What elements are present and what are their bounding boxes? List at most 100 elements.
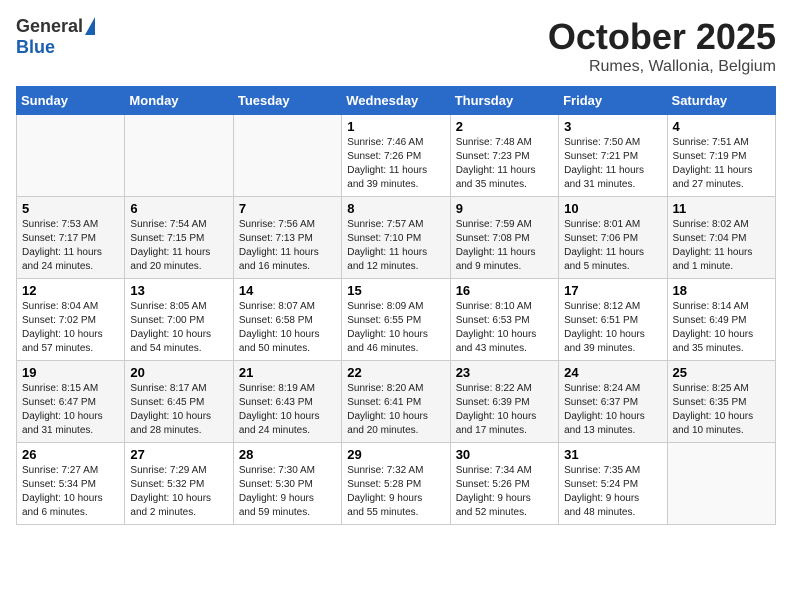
day-number: 23 — [456, 365, 553, 380]
cell-content: Sunrise: 7:53 AMSunset: 7:17 PMDaylight:… — [22, 218, 119, 274]
calendar-cell: 18 Sunrise: 8:14 AMSunset: 6:49 PMDayligh… — [667, 279, 775, 361]
cell-content: Sunrise: 8:02 AMSunset: 7:04 PMDaylight:… — [673, 218, 770, 274]
calendar-cell: 16Sunrise: 8:10 AMSunset: 6:53 PMDayligh… — [450, 279, 558, 361]
cell-content: Sunrise: 7:35 AMSunset: 5:24 PMDaylight:… — [564, 464, 661, 520]
cell-content: Sunrise: 7:54 AMSunset: 7:15 PMDaylight:… — [130, 218, 227, 274]
cell-content: Sunrise: 8:17 AMSunset: 6:45 PMDaylight:… — [130, 382, 227, 438]
day-number: 25 — [673, 365, 770, 380]
calendar-cell: 4 Sunrise: 7:51 AMSunset: 7:19 PMDaylight… — [667, 115, 775, 197]
day-number: 27 — [130, 447, 227, 462]
day-number: 2 — [456, 119, 553, 134]
cell-content: Sunrise: 7:50 AMSunset: 7:21 PMDaylight:… — [564, 136, 661, 192]
day-header-monday: Monday — [125, 87, 233, 115]
calendar-cell — [125, 115, 233, 197]
day-number: 14 — [239, 283, 336, 298]
day-number: 19 — [22, 365, 119, 380]
calendar-cell: 15 Sunrise: 8:09 AMSunset: 6:55 PMDayligh… — [342, 279, 450, 361]
day-number: 21 — [239, 365, 336, 380]
calendar-cell: 14 Sunrise: 8:07 AMSunset: 6:58 PMDayligh… — [233, 279, 341, 361]
calendar-table: SundayMondayTuesdayWednesdayThursdayFrid… — [16, 86, 776, 525]
day-number: 10 — [564, 201, 661, 216]
logo: General Blue — [16, 16, 95, 58]
cell-content: Sunrise: 7:57 AMSunset: 7:10 PMDaylight:… — [347, 218, 444, 274]
day-number: 17 — [564, 283, 661, 298]
cell-content: Sunrise: 8:15 AMSunset: 6:47 PMDaylight:… — [22, 382, 119, 438]
day-number: 3 — [564, 119, 661, 134]
cell-content: Sunrise: 7:46 AMSunset: 7:26 PMDaylight:… — [347, 136, 444, 192]
day-number: 15 — [347, 283, 444, 298]
calendar-cell: 25 Sunrise: 8:25 AMSunset: 6:35 PMDayligh… — [667, 361, 775, 443]
day-number: 7 — [239, 201, 336, 216]
calendar-cell: 30Sunrise: 7:34 AMSunset: 5:26 PMDayligh… — [450, 443, 558, 525]
cell-content: Sunrise: 8:24 AMSunset: 6:37 PMDaylight:… — [564, 382, 661, 438]
cell-content: Sunrise: 7:51 AMSunset: 7:19 PMDaylight:… — [673, 136, 770, 192]
day-number: 4 — [673, 119, 770, 134]
day-header-thursday: Thursday — [450, 87, 558, 115]
week-row-3: 12Sunrise: 8:04 AMSunset: 7:02 PMDayligh… — [17, 279, 776, 361]
day-number: 1 — [347, 119, 444, 134]
day-number: 22 — [347, 365, 444, 380]
calendar-cell: 12Sunrise: 8:04 AMSunset: 7:02 PMDayligh… — [17, 279, 125, 361]
calendar-cell: 6 Sunrise: 7:54 AMSunset: 7:15 PMDaylight… — [125, 197, 233, 279]
calendar-cell: 11Sunrise: 8:02 AMSunset: 7:04 PMDayligh… — [667, 197, 775, 279]
day-number: 31 — [564, 447, 661, 462]
week-row-2: 5Sunrise: 7:53 AMSunset: 7:17 PMDaylight… — [17, 197, 776, 279]
calendar-cell: 7 Sunrise: 7:56 AMSunset: 7:13 PMDaylight… — [233, 197, 341, 279]
calendar-cell: 24 Sunrise: 8:24 AMSunset: 6:37 PMDayligh… — [559, 361, 667, 443]
cell-content: Sunrise: 7:29 AMSunset: 5:32 PMDaylight:… — [130, 464, 227, 520]
cell-content: Sunrise: 8:09 AMSunset: 6:55 PMDaylight:… — [347, 300, 444, 356]
cell-content: Sunrise: 7:30 AMSunset: 5:30 PMDaylight:… — [239, 464, 336, 520]
calendar-cell — [17, 115, 125, 197]
calendar-cell: 9 Sunrise: 7:59 AMSunset: 7:08 PMDaylight… — [450, 197, 558, 279]
cell-content: Sunrise: 8:12 AMSunset: 6:51 PMDaylight:… — [564, 300, 661, 356]
week-row-5: 26Sunrise: 7:27 AMSunset: 5:34 PMDayligh… — [17, 443, 776, 525]
calendar-cell: 19 Sunrise: 8:15 AMSunset: 6:47 PMDayligh… — [17, 361, 125, 443]
cell-content: Sunrise: 7:34 AMSunset: 5:26 PMDaylight:… — [456, 464, 553, 520]
day-number: 28 — [239, 447, 336, 462]
cell-content: Sunrise: 7:32 AMSunset: 5:28 PMDaylight:… — [347, 464, 444, 520]
day-header-friday: Friday — [559, 87, 667, 115]
day-number: 12 — [22, 283, 119, 298]
cell-content: Sunrise: 8:25 AMSunset: 6:35 PMDaylight:… — [673, 382, 770, 438]
calendar-cell: 13 Sunrise: 8:05 AMSunset: 7:00 PMDayligh… — [125, 279, 233, 361]
calendar-cell: 22 Sunrise: 8:20 AMSunset: 6:41 PMDayligh… — [342, 361, 450, 443]
day-number: 9 — [456, 201, 553, 216]
day-number: 13 — [130, 283, 227, 298]
calendar-cell — [233, 115, 341, 197]
cell-content: Sunrise: 8:01 AMSunset: 7:06 PMDaylight:… — [564, 218, 661, 274]
logo-blue-text: Blue — [16, 37, 55, 58]
location-subtitle: Rumes, Wallonia, Belgium — [548, 58, 776, 76]
calendar-cell: 10 Sunrise: 8:01 AMSunset: 7:06 PMDayligh… — [559, 197, 667, 279]
cell-content: Sunrise: 8:14 AMSunset: 6:49 PMDaylight:… — [673, 300, 770, 356]
calendar-cell: 23Sunrise: 8:22 AMSunset: 6:39 PMDayligh… — [450, 361, 558, 443]
calendar-cell: 20Sunrise: 8:17 AMSunset: 6:45 PMDayligh… — [125, 361, 233, 443]
logo-general-text: General — [16, 16, 83, 37]
cell-content: Sunrise: 7:56 AMSunset: 7:13 PMDaylight:… — [239, 218, 336, 274]
calendar-cell: 27 Sunrise: 7:29 AMSunset: 5:32 PMDayligh… — [125, 443, 233, 525]
day-number: 6 — [130, 201, 227, 216]
day-number: 8 — [347, 201, 444, 216]
calendar-cell: 21 Sunrise: 8:19 AMSunset: 6:43 PMDayligh… — [233, 361, 341, 443]
calendar-cell: 1 Sunrise: 7:46 AMSunset: 7:26 PMDaylight… — [342, 115, 450, 197]
calendar-cell: 3 Sunrise: 7:50 AMSunset: 7:21 PMDaylight… — [559, 115, 667, 197]
cell-content: Sunrise: 8:07 AMSunset: 6:58 PMDaylight:… — [239, 300, 336, 356]
day-header-tuesday: Tuesday — [233, 87, 341, 115]
calendar-cell: 26Sunrise: 7:27 AMSunset: 5:34 PMDayligh… — [17, 443, 125, 525]
calendar-cell: 8 Sunrise: 7:57 AMSunset: 7:10 PMDaylight… — [342, 197, 450, 279]
title-area: October 2025 Rumes, Wallonia, Belgium — [548, 16, 776, 76]
calendar-cell: 28 Sunrise: 7:30 AMSunset: 5:30 PMDayligh… — [233, 443, 341, 525]
cell-content: Sunrise: 8:19 AMSunset: 6:43 PMDaylight:… — [239, 382, 336, 438]
day-header-saturday: Saturday — [667, 87, 775, 115]
day-number: 18 — [673, 283, 770, 298]
day-header-sunday: Sunday — [17, 87, 125, 115]
day-number: 16 — [456, 283, 553, 298]
header-row: SundayMondayTuesdayWednesdayThursdayFrid… — [17, 87, 776, 115]
day-number: 29 — [347, 447, 444, 462]
cell-content: Sunrise: 8:20 AMSunset: 6:41 PMDaylight:… — [347, 382, 444, 438]
day-header-wednesday: Wednesday — [342, 87, 450, 115]
day-number: 24 — [564, 365, 661, 380]
calendar-cell: 5Sunrise: 7:53 AMSunset: 7:17 PMDaylight… — [17, 197, 125, 279]
cell-content: Sunrise: 7:59 AMSunset: 7:08 PMDaylight:… — [456, 218, 553, 274]
cell-content: Sunrise: 8:05 AMSunset: 7:00 PMDaylight:… — [130, 300, 227, 356]
header: General Blue October 2025 Rumes, Walloni… — [16, 16, 776, 76]
